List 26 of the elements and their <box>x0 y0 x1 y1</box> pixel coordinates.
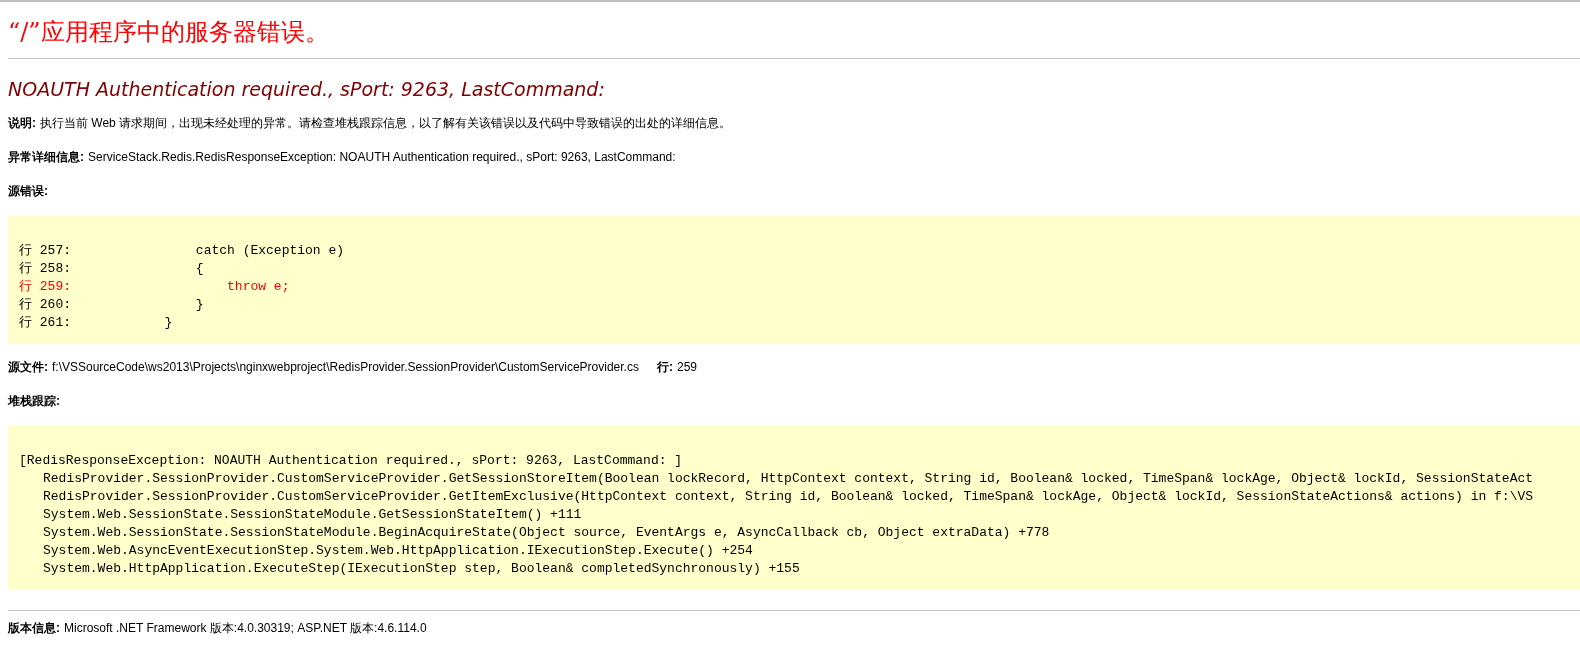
stack-frame: System.Web.SessionState.SessionStateModule.BeginAcquireState(Object source, EventArgs e, AsyncCallback cb, Object extraData) +778 <box>43 523 1050 542</box>
stack-frame: RedisProvider.SessionProvider.CustomServiceProvider.GetSessionStoreItem(Boolean lockRecord, HttpContext context, String id, Boolean& locked, TimeSpan& lockAge, Object& lockId, SessionStateAct <box>43 469 1534 488</box>
stack-trace-header: [RedisResponseException: NOAUTH Authentication required., sPort: 9263, LastCommand: ] <box>19 451 683 470</box>
exception-text: ServiceStack.Redis.RedisResponseException: NOAUTH Authentication required., sPort: 9263, LastCommand: <box>88 148 676 166</box>
description-label: 说明: <box>8 114 36 132</box>
code-line: 行 260: } <box>19 295 204 314</box>
exception-label: 异常详细信息: <box>8 148 84 166</box>
source-file-path: f:\VSSourceCode\ws2013\Projects\nginxwebproject\RedisProvider.SessionProvider\CustomServiceProvider.cs <box>52 358 639 376</box>
stack-frame: System.Web.AsyncEventExecutionStep.System.Web.HttpApplication.IExecutionStep.Execute() +254 <box>43 541 753 560</box>
code-line: 行 257: catch (Exception e) <box>19 241 345 260</box>
source-error-label: 源错误: <box>8 183 48 198</box>
version-text: Microsoft .NET Framework 版本:4.0.30319; ASP.NET 版本:4.6.114.0 <box>64 619 427 637</box>
code-line: 行 259: throw e; <box>19 277 290 296</box>
error-heading: NOAUTH Authentication required., sPort: 9263, LastCommand: <box>8 77 605 102</box>
source-file-label: 源文件: <box>8 358 48 376</box>
page-title: “/”应用程序中的服务器错误。 <box>8 17 329 48</box>
stack-trace-label: 堆栈跟踪: <box>8 393 60 408</box>
code-line: 行 258: { <box>19 259 204 278</box>
version-label: 版本信息: <box>8 619 60 637</box>
stack-frame: System.Web.SessionState.SessionStateModule.GetSessionStateItem() +111 <box>43 505 582 524</box>
description-text: 执行当前 Web 请求期间，出现未经处理的异常。请检查堆栈跟踪信息，以了解有关该错误以及代码中导致错误的出处的详细信息。 <box>40 114 732 132</box>
stack-frame: System.Web.HttpApplication.ExecuteStep(IExecutionStep step, Boolean& completedSynchronously) +155 <box>43 559 800 578</box>
line-number: 259 <box>676 358 697 376</box>
stack-frame: RedisProvider.SessionProvider.CustomServiceProvider.GetItemExclusive(HttpContext context, String id, Boolean& locked, TimeSpan& lockAge, Object& lockId, SessionStateActions& actions) in f:\VS <box>43 487 1534 506</box>
line-label: 行: <box>656 358 673 376</box>
code-line: 行 261: } <box>19 313 173 332</box>
